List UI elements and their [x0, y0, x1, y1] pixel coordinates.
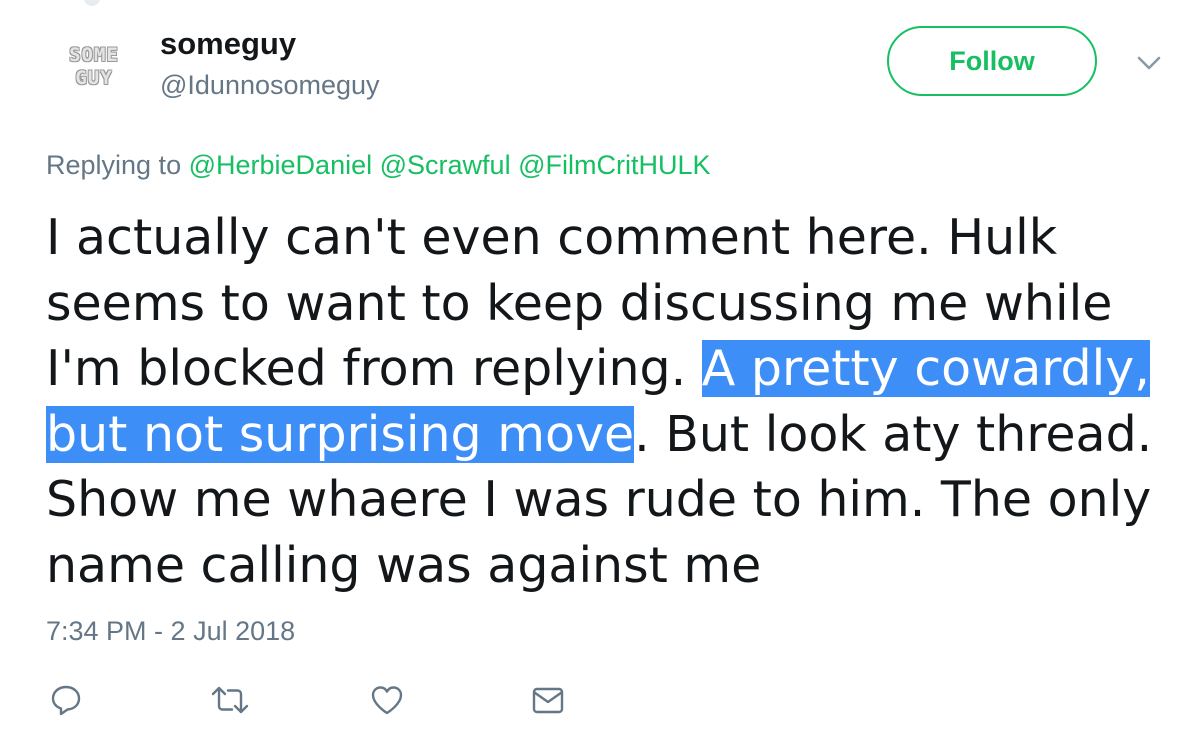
follow-button[interactable]: Follow	[887, 26, 1097, 96]
chevron-down-icon[interactable]	[1134, 50, 1164, 76]
avatar-text-line-2: GUY	[75, 67, 113, 89]
direct-message-button[interactable]	[528, 682, 568, 718]
retweet-icon	[211, 686, 249, 714]
replying-to-label: Replying to	[46, 150, 182, 180]
follow-button-label: Follow	[949, 45, 1035, 76]
tweet-text: I actually can't even comment here. Hulk…	[46, 205, 1166, 598]
avatar[interactable]: SOME GUY	[48, 32, 140, 102]
heart-icon	[371, 686, 403, 715]
replying-to-line: Replying to @HerbieDaniel @Scrawful @Fil…	[46, 150, 711, 181]
reply-button[interactable]	[46, 682, 86, 718]
envelope-icon	[532, 687, 564, 714]
top-edge-marker	[84, 0, 100, 6]
mention-link[interactable]: @FilmCritHULK	[518, 150, 710, 180]
like-button[interactable]	[367, 682, 407, 718]
mention-link[interactable]: @Scrawful	[380, 150, 511, 180]
mention-link[interactable]: @HerbieDaniel	[189, 150, 373, 180]
user-handle[interactable]: @Idunnosomeguy	[160, 70, 380, 101]
display-name[interactable]: someguy	[160, 26, 296, 62]
retweet-button[interactable]	[210, 682, 250, 718]
tweet-timestamp[interactable]: 7:34 PM - 2 Jul 2018	[46, 616, 295, 647]
reply-icon	[51, 685, 81, 716]
avatar-text-line-1: SOME	[69, 44, 119, 66]
